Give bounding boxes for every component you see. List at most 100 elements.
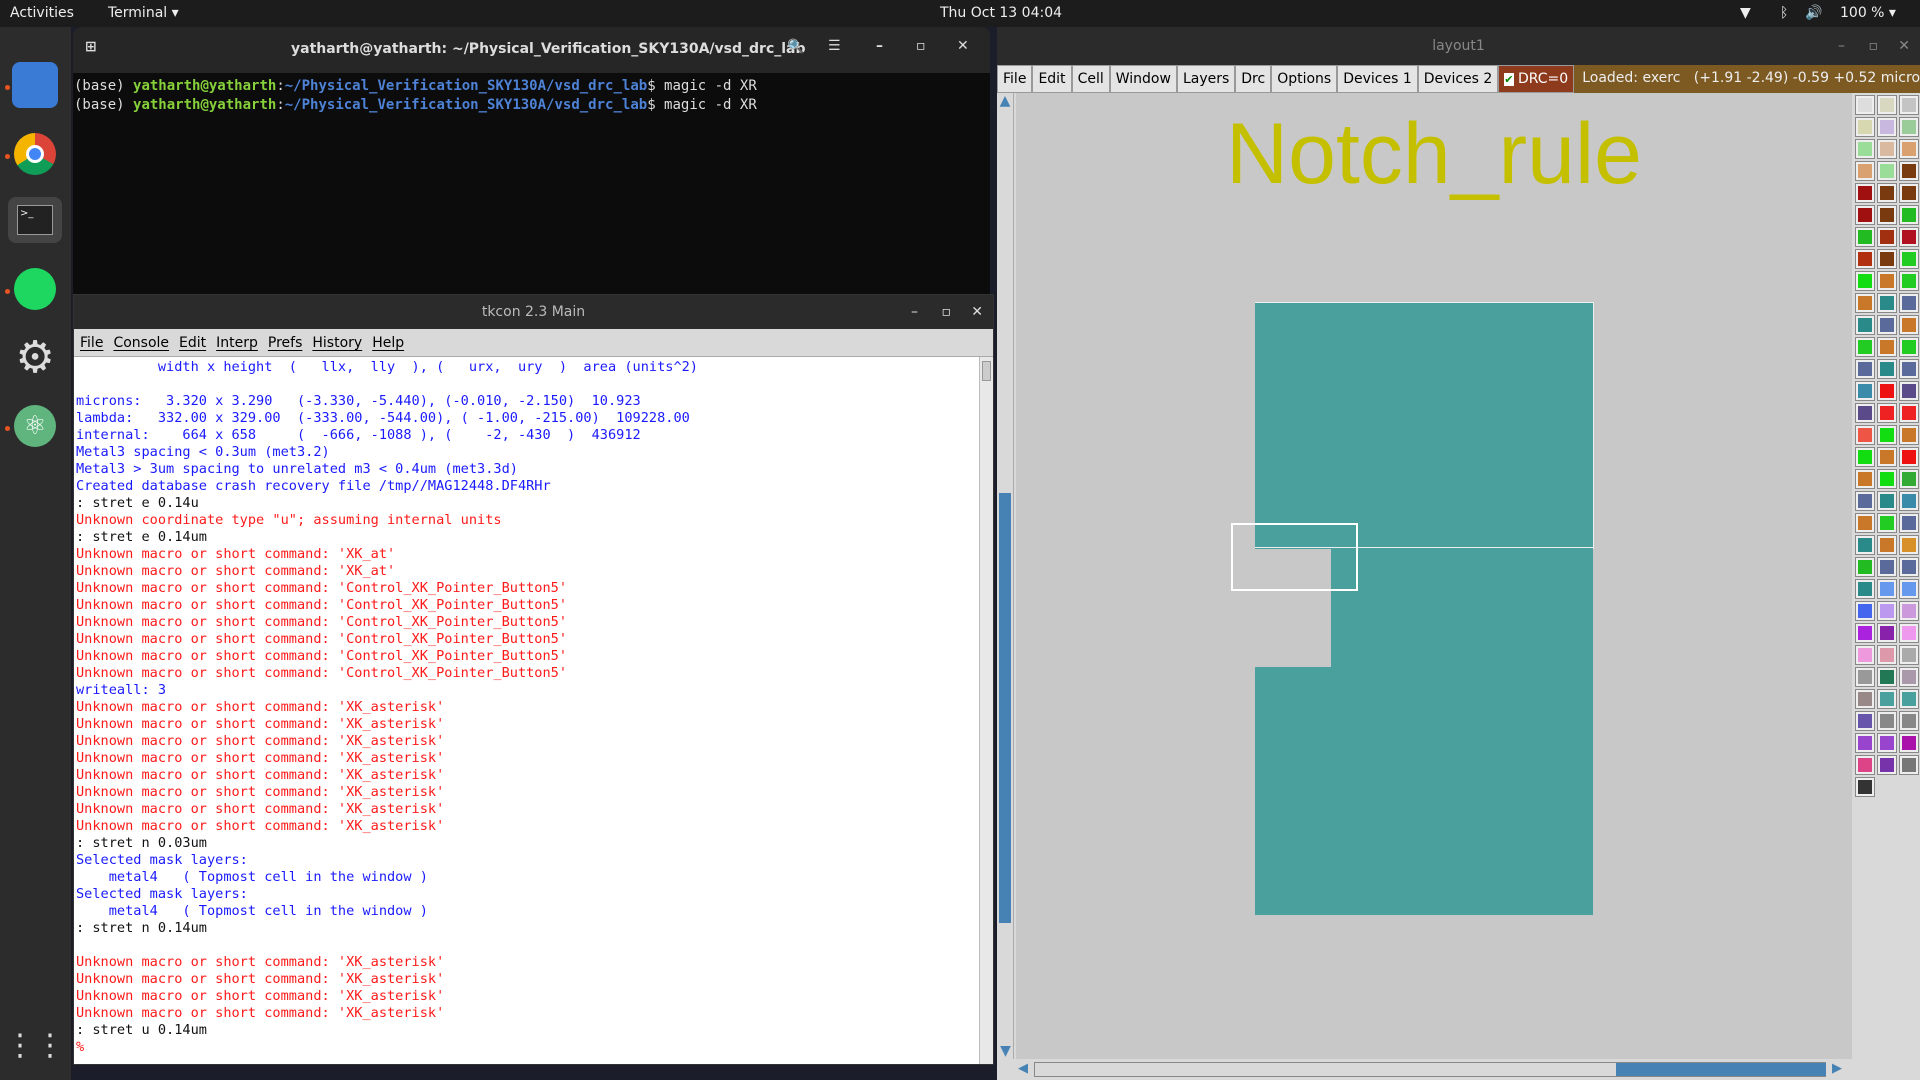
layer-swatch[interactable] (1877, 293, 1897, 313)
layer-swatch[interactable] (1899, 403, 1919, 423)
atom-icon[interactable]: ⚛ (12, 403, 58, 449)
scroll-left-icon[interactable]: ◀ (1018, 1061, 1028, 1076)
layer-swatch[interactable] (1899, 249, 1919, 269)
layer-swatch[interactable] (1877, 425, 1897, 445)
layer-swatch[interactable] (1899, 513, 1919, 533)
activities-button[interactable]: Activities (10, 5, 74, 21)
layer-swatch[interactable] (1899, 579, 1919, 599)
layer-swatch[interactable] (1877, 117, 1897, 137)
layer-swatch[interactable] (1855, 205, 1875, 225)
layer-swatch[interactable] (1855, 359, 1875, 379)
menu-file[interactable]: File (997, 65, 1033, 93)
layer-swatch[interactable] (1899, 755, 1919, 775)
layer-swatch[interactable] (1877, 337, 1897, 357)
layer-swatch[interactable] (1899, 711, 1919, 731)
layer-swatch[interactable] (1855, 95, 1875, 115)
layer-swatch[interactable] (1899, 645, 1919, 665)
layer-swatch[interactable] (1855, 271, 1875, 291)
menu-layers[interactable]: Layers (1176, 65, 1236, 93)
tkcon-scrollbar[interactable] (979, 357, 993, 1064)
metal4-rect-notch[interactable] (1331, 549, 1593, 667)
close-button[interactable]: ✕ (957, 38, 969, 54)
tkcon-menu-edit[interactable]: Edit (179, 335, 206, 351)
layer-swatch[interactable] (1855, 535, 1875, 555)
layer-swatch[interactable] (1855, 425, 1875, 445)
layer-swatch[interactable] (1877, 403, 1897, 423)
minimize-button[interactable]: – (876, 38, 883, 54)
layer-swatch[interactable] (1855, 447, 1875, 467)
scroll-down-icon[interactable]: ▼ (997, 1043, 1014, 1059)
layer-swatch[interactable] (1855, 315, 1875, 335)
layer-swatch[interactable] (1855, 161, 1875, 181)
layer-swatch[interactable] (1899, 271, 1919, 291)
layout-canvas[interactable]: Notch_rule (1016, 93, 1852, 1059)
layer-swatch[interactable] (1877, 623, 1897, 643)
selection-box[interactable] (1231, 523, 1358, 591)
layer-swatch[interactable] (1855, 733, 1875, 753)
layer-swatch[interactable] (1877, 139, 1897, 159)
layer-swatch[interactable] (1899, 205, 1919, 225)
layer-swatch[interactable] (1877, 359, 1897, 379)
layer-swatch[interactable] (1899, 359, 1919, 379)
metal4-rect-bottom[interactable] (1255, 667, 1593, 915)
layer-swatch[interactable] (1855, 557, 1875, 577)
menu-options[interactable]: Options (1271, 65, 1338, 93)
tkcon-console-output[interactable]: width x height ( llx, lly ), ( urx, ury … (74, 357, 979, 1064)
layer-swatch[interactable] (1877, 205, 1897, 225)
menu-devices-1[interactable]: Devices 1 (1337, 65, 1418, 93)
layer-swatch[interactable] (1855, 249, 1875, 269)
terminal-icon[interactable]: >_ (8, 197, 62, 243)
layer-swatch[interactable] (1899, 315, 1919, 335)
scroll-thumb[interactable] (1616, 1063, 1826, 1076)
app-menu-terminal[interactable]: Terminal ▾ (108, 5, 179, 21)
layer-swatch[interactable] (1855, 689, 1875, 709)
layer-swatch[interactable] (1899, 557, 1919, 577)
layer-swatch[interactable] (1899, 117, 1919, 137)
layer-swatch[interactable] (1855, 667, 1875, 687)
layer-swatch[interactable] (1877, 733, 1897, 753)
scroll-right-icon[interactable]: ▶ (1832, 1061, 1842, 1076)
layer-swatch[interactable] (1877, 513, 1897, 533)
layer-swatch[interactable] (1877, 689, 1897, 709)
minimize-button[interactable]: – (1838, 27, 1845, 65)
show-apps-icon[interactable]: ⋮⋮ (5, 1022, 65, 1068)
layer-swatch[interactable] (1877, 315, 1897, 335)
layer-swatch[interactable] (1855, 601, 1875, 621)
tkcon-menu-help[interactable]: Help (372, 335, 404, 351)
layer-swatch[interactable] (1899, 381, 1919, 401)
layer-swatch[interactable] (1899, 425, 1919, 445)
tkcon-menu-interp[interactable]: Interp (216, 335, 258, 351)
scroll-up-icon[interactable]: ▲ (997, 93, 1013, 109)
layer-swatch[interactable] (1877, 227, 1897, 247)
layer-swatch[interactable] (1877, 755, 1897, 775)
layer-swatch[interactable] (1877, 645, 1897, 665)
settings-icon[interactable]: ⚙ (12, 332, 58, 383)
tkcon-menu-history[interactable]: History (312, 335, 362, 351)
battery-status[interactable]: 100 % ▾ (1840, 5, 1896, 21)
layer-swatch[interactable] (1855, 293, 1875, 313)
maximize-button[interactable]: ▫ (1869, 27, 1879, 65)
layer-swatch[interactable] (1855, 711, 1875, 731)
maximize-button[interactable]: ▫ (916, 38, 926, 54)
menu-devices-2[interactable]: Devices 2 (1417, 65, 1499, 93)
layer-swatch[interactable] (1877, 667, 1897, 687)
volume-icon[interactable]: 🔊 (1805, 5, 1822, 21)
layer-swatch[interactable] (1899, 535, 1919, 555)
layer-swatch[interactable] (1877, 183, 1897, 203)
layer-swatch[interactable] (1855, 491, 1875, 511)
layer-swatch[interactable] (1899, 601, 1919, 621)
layer-swatch[interactable] (1855, 183, 1875, 203)
scroll-thumb[interactable] (999, 493, 1011, 923)
layer-swatch[interactable] (1877, 161, 1897, 181)
bluetooth-icon[interactable]: ᛒ (1780, 5, 1788, 21)
files-icon[interactable] (12, 62, 58, 108)
layer-swatch[interactable] (1877, 601, 1897, 621)
menu-edit[interactable]: Edit (1032, 65, 1072, 93)
layer-swatch[interactable] (1899, 447, 1919, 467)
layer-swatch[interactable] (1899, 95, 1919, 115)
layer-swatch[interactable] (1855, 579, 1875, 599)
tkcon-menu-console[interactable]: Console (113, 335, 169, 351)
drc-status-button[interactable]: ✔ DRC=0 (1498, 65, 1575, 93)
horizontal-scrollbar[interactable]: ◀ ▶ (1016, 1061, 1852, 1078)
layer-swatch[interactable] (1855, 139, 1875, 159)
